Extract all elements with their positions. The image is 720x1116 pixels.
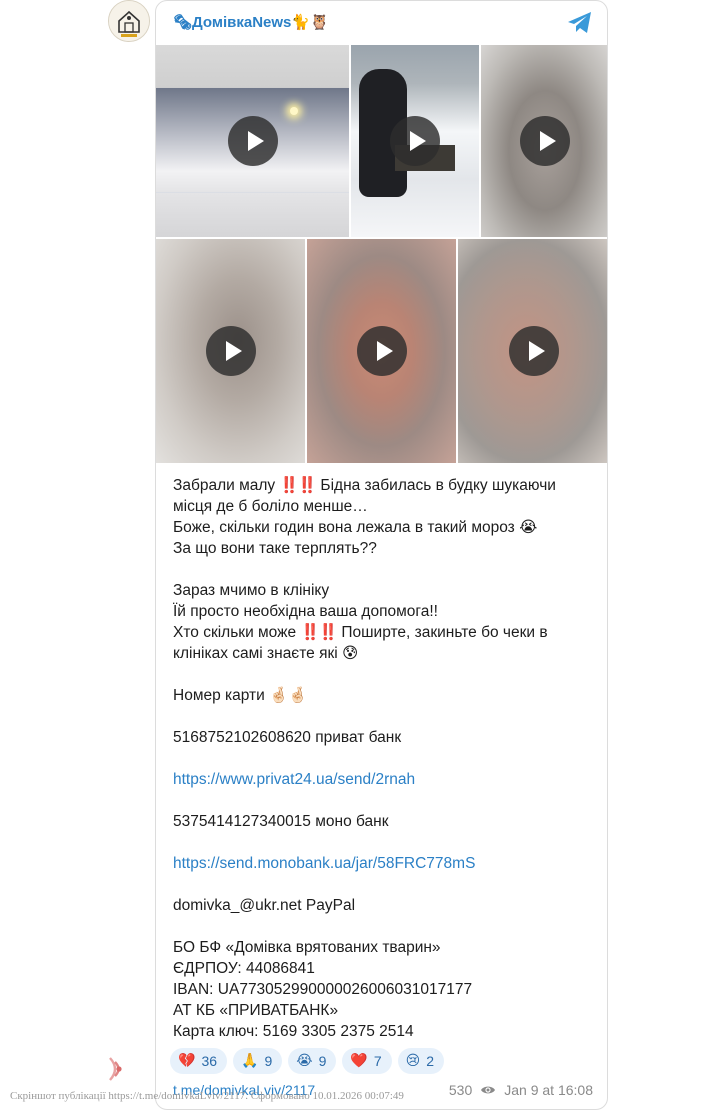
video-thumbnail-3[interactable] [481,45,607,237]
play-icon[interactable] [228,116,278,166]
post-line: https://send.monobank.ua/jar/58FRC778mS [173,853,593,874]
channel-logo-icon [109,1,149,41]
post-line: Забрали малу ‼️‼️ Бідна забилась в будку… [173,475,593,517]
reaction-button[interactable]: 😭 9 [288,1048,337,1074]
play-icon[interactable] [206,326,256,376]
emoji: 😭 [519,518,538,536]
post-line: Боже, скільки годин вона лежала в такий … [173,517,593,538]
video-thumbnail-6[interactable] [458,239,607,463]
reaction-emoji: 💔 [178,1053,196,1069]
post-link-url[interactable]: https://send.monobank.ua/jar/58FRC778mS [173,855,475,872]
post-line: domivka_@ukr.net PayPal [173,895,593,916]
media-grid [156,45,607,463]
post-line: Карта ключ: 5169 3305 2375 2514 [173,1021,593,1042]
eye-icon [481,1086,496,1094]
reaction-emoji: 😢 [405,1053,421,1069]
reaction-count: 9 [318,1053,327,1069]
post-text-segment: ЄДРПОУ: 44086841 [173,960,315,977]
post-line: Номер карти 🤞🏻🤞🏻 [173,685,593,706]
emoji: 😰 [342,644,359,662]
post-text: Забрали малу ‼️‼️ Бідна забилась в будку… [173,475,593,1042]
post-text-segment: IBAN: UA773052990000026006031017177 [173,981,473,998]
reaction-count: 2 [426,1053,435,1069]
street-lamp [290,107,298,115]
post-line: IBAN: UA773052990000026006031017177 [173,979,593,1000]
reaction-emoji: 😭 [296,1053,313,1069]
channel-avatar[interactable] [108,0,150,42]
reaction-button[interactable]: 🙏 9 [233,1048,283,1074]
post-text-segment: 5375414127340015 моно банк [173,813,389,830]
reaction-count: 7 [373,1053,382,1069]
view-count: 530 [448,1082,473,1098]
post-header: 🗞ДомівкаNews🐈🦉 [156,1,607,45]
screenshot-watermark: Скріншот публікації https://t.me/domivka… [10,1090,404,1102]
reaction-count: 36 [201,1053,218,1069]
post-meta: 530 Jan 9 at 16:08 [449,1082,593,1098]
video-thumbnail-4[interactable] [156,239,305,463]
emoji: 🤞🏻🤞🏻 [269,686,308,704]
post-line: За що вони таке терплять?? [173,538,593,559]
post-line: БО БФ «Домівка врятованих тварин» [173,937,593,958]
post-line: АТ КБ «ПРИВАТБАНК» [173,1000,593,1021]
post-line: https://www.privat24.ua/send/2rnah [173,769,593,790]
reaction-emoji: ❤️ [350,1053,368,1069]
post-text-segment: domivka_@ukr.net PayPal [173,897,356,914]
post-line: 5168752102608620 приват банк [173,727,593,748]
reaction-button[interactable]: ❤️ 7 [342,1048,392,1074]
emoji: ‼️‼️ [300,623,338,641]
post-text-segment: Номер карти [173,687,270,704]
post-line: ЄДРПОУ: 44086841 [173,958,593,979]
post-line: Зараз мчимо в клініку [173,580,593,601]
post-line: Хто скільки може ‼️‼️ Поширте, закиньте … [173,622,593,664]
video-thumbnail-1[interactable] [156,45,349,237]
play-icon[interactable] [390,116,440,166]
post-text-segment: Карта ключ: 5169 3305 2375 2514 [173,1023,414,1040]
play-icon[interactable] [509,326,559,376]
channel-name[interactable]: 🗞ДомівкаNews🐈🦉 [173,13,329,31]
video-thumbnail-2[interactable] [351,45,479,237]
post-text-segment: Зараз мчимо в клініку [173,582,330,599]
post-link-url[interactable]: https://www.privat24.ua/send/2rnah [173,771,415,788]
post-text-segment: Їй просто необхідна ваша допомога!! [173,603,438,620]
post-card: 🗞ДомівкаNews🐈🦉 Забрали малу ‼️‼️ Бідна з… [155,0,608,1110]
reaction-button[interactable]: 💔 36 [170,1048,228,1074]
play-icon[interactable] [357,326,407,376]
video-thumbnail-5[interactable] [307,239,456,463]
telegram-icon[interactable] [567,11,593,35]
post-line: 5375414127340015 моно банк [173,811,593,832]
emoji: ‼️‼️ [279,476,318,494]
reaction-count: 9 [264,1053,273,1069]
reactions-bar: 💔 36 🙏 9 😭 9 ❤️ 7 😢 2 [170,1048,445,1074]
signal-icon [109,1057,122,1081]
post-date[interactable]: Jan 9 at 16:08 [504,1082,593,1098]
post-text-segment: Боже, скільки годин вона лежала в такий … [173,519,520,536]
post-text-segment: За що вони таке терплять?? [173,540,377,557]
post-text-segment: 5168752102608620 приват банк [173,729,402,746]
blur-strip [156,193,349,237]
post-text-segment: Хто скільки може [173,624,301,641]
play-icon[interactable] [520,116,570,166]
post-line: Їй просто необхідна ваша допомога!! [173,601,593,622]
post-text-segment: АТ КБ «ПРИВАТБАНК» [173,1002,339,1019]
post-text-segment: БО БФ «Домівка врятованих тварин» [173,939,441,956]
post-text-segment: Забрали малу [173,477,280,494]
reaction-emoji: 🙏 [241,1053,259,1069]
reaction-button[interactable]: 😢 2 [397,1048,445,1074]
